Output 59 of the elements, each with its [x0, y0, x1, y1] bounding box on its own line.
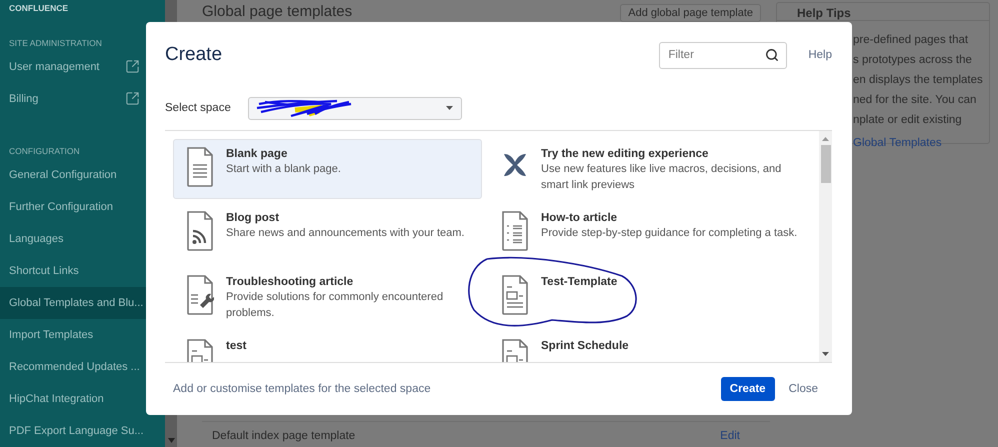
template-title: Blog post — [226, 212, 280, 224]
panel-title: Help Tips — [797, 6, 851, 20]
template-title: Troubleshooting article — [226, 276, 354, 288]
scrollbar[interactable] — [819, 131, 832, 362]
template-description: Start with a blank page. — [226, 162, 341, 177]
wrench-document-icon — [186, 275, 214, 315]
rss-document-icon — [186, 211, 214, 251]
template-title: Try the new editing experience — [541, 148, 710, 160]
table-cell: Default index page template — [212, 430, 356, 442]
template-item[interactable]: Try the new editing experience Use new features like live macros, decisions, and smart link previews — [488, 139, 811, 199]
search-icon — [765, 48, 780, 62]
template-title: How-to article — [541, 212, 618, 224]
close-button[interactable]: Close — [782, 383, 824, 395]
help-text: s prototypes across the — [853, 53, 973, 68]
template-item[interactable]: Troubleshooting article Provide solutions for commonly encountered problems. — [173, 267, 482, 327]
scroll-up-icon[interactable] — [822, 137, 829, 141]
external-link-icon — [125, 58, 140, 74]
footer-text: Add or customise templates for the selected space — [173, 383, 432, 395]
add-template-button[interactable]: Add global page template — [620, 4, 761, 22]
dialog-title: Create — [165, 44, 224, 67]
external-link-icon — [125, 90, 140, 106]
template-title: Sprint Schedule — [541, 340, 629, 352]
template-item[interactable]: Blank page Start with a blank page. — [173, 139, 482, 199]
scrollbar-thumb[interactable] — [820, 145, 830, 183]
template-description: Provide solutions for commonly encountered problems. — [226, 290, 444, 321]
help-link[interactable]: Help — [808, 49, 832, 61]
field-label: Select space — [165, 102, 232, 114]
sidebar-item[interactable]: PDF Export Language Su... — [0, 414, 165, 447]
template-description: Use new features like live macros, decisions, and smart link previews — [541, 162, 782, 193]
edit-link[interactable]: Edit — [720, 430, 740, 442]
sidebar-item[interactable]: User management — [0, 50, 165, 83]
template-title: test — [226, 340, 246, 352]
help-text: nplate or edit existing — [853, 113, 963, 128]
template-item[interactable]: Sprint Schedule — [488, 331, 811, 362]
section-heading: CONFIGURATION — [8, 144, 81, 158]
template-description: Provide step-by-step guidance for completing a task. — [541, 226, 798, 241]
help-text: en displays the templates — [853, 73, 984, 88]
template-item[interactable]: test — [173, 331, 482, 362]
filter-field[interactable]: Filter — [659, 42, 788, 68]
space-select[interactable] — [248, 96, 462, 120]
help-text: ned for the site. You can — [853, 93, 978, 108]
numbered-list-icon — [501, 211, 529, 251]
template-item[interactable]: Blog post Share news and announcements with your team. — [173, 203, 482, 263]
document-icon — [186, 147, 214, 187]
template-title: Test-Template — [541, 276, 618, 288]
template-title: Blank page — [226, 148, 288, 160]
scroll-down-icon[interactable] — [822, 352, 829, 356]
templates-link[interactable]: Global Templates — [853, 137, 989, 149]
create-button[interactable]: Create — [720, 377, 775, 401]
page-title: Global page templates — [202, 4, 354, 20]
template-description: Share news and announcements with your team. — [226, 226, 464, 241]
product-title: CONFLUENCE — [8, 2, 70, 16]
template-icon — [501, 275, 529, 315]
template-item[interactable]: Test-Template — [488, 267, 811, 327]
section-heading: SITE ADMINISTRATION — [8, 36, 103, 50]
template-item[interactable]: How-to article Provide step-by-step guidance for completing a task. — [488, 203, 811, 263]
help-text: pre-defined pages that — [853, 33, 970, 48]
sidebar-item[interactable]: Billing — [0, 82, 165, 115]
caret-icon — [446, 106, 453, 110]
